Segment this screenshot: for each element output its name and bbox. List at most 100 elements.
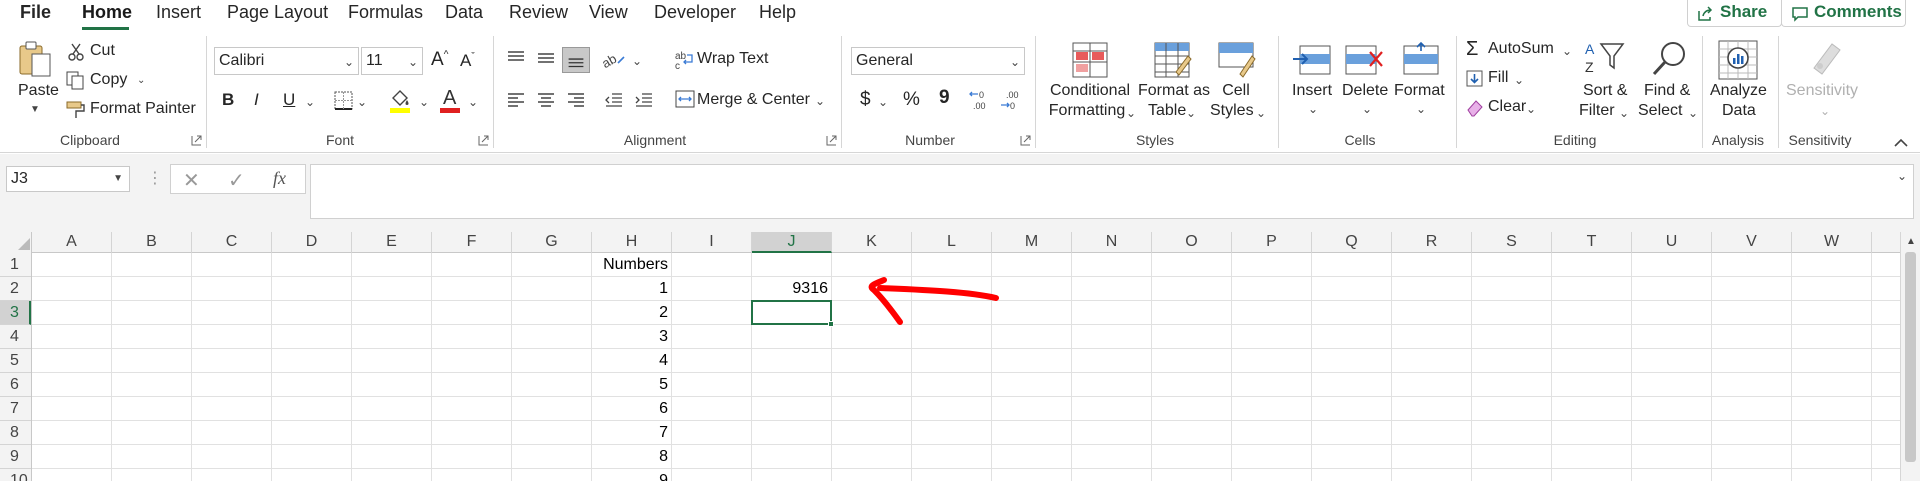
insert-cells-button[interactable]: Insert ⌄ [1288, 40, 1338, 124]
cell-h2[interactable]: 1 [592, 277, 672, 301]
tab-insert[interactable]: Insert [156, 2, 201, 23]
decrease-decimal-icon[interactable]: .00 0 [1000, 88, 1024, 112]
cell-styles-button[interactable]: Cell Styles ⌄ [1208, 40, 1266, 124]
fill-button[interactable]: Fill ⌄ [1464, 67, 1544, 91]
align-top-icon[interactable] [506, 50, 526, 66]
tab-developer[interactable]: Developer [654, 2, 736, 23]
comments-button[interactable]: Comments [1781, 0, 1906, 27]
cell-h1[interactable]: Numbers [592, 253, 672, 277]
row-header-10[interactable]: 10 [0, 469, 31, 481]
select-all-corner[interactable] [0, 232, 32, 253]
cut-button[interactable]: Cut [66, 41, 156, 63]
column-header-g[interactable]: G [512, 232, 592, 253]
row-header-2[interactable]: 2 [0, 277, 31, 301]
scrollbar-thumb[interactable] [1905, 252, 1916, 462]
borders-icon[interactable] [334, 91, 353, 110]
tab-review[interactable]: Review [509, 2, 568, 23]
tab-help[interactable]: Help [759, 2, 796, 23]
column-header-c[interactable]: C [192, 232, 272, 253]
column-header-a[interactable]: A [32, 232, 112, 253]
cell-h8[interactable]: 7 [592, 421, 672, 445]
row-header-9[interactable]: 9 [0, 445, 31, 469]
dialog-launcher-icon[interactable] [826, 135, 837, 146]
tab-home[interactable]: Home [82, 2, 132, 23]
column-header-l[interactable]: L [912, 232, 992, 253]
chevron-down-icon[interactable]: ⌄ [1897, 169, 1907, 183]
align-left-icon[interactable] [506, 92, 526, 108]
analyze-data-button[interactable]: Analyze Data [1708, 38, 1768, 124]
italic-button[interactable]: I [254, 90, 259, 110]
merge-center-button[interactable]: Merge & Center ⌄ [673, 88, 833, 112]
dialog-launcher-icon[interactable] [191, 135, 202, 146]
column-header-d[interactable]: D [272, 232, 352, 253]
column-header-t[interactable]: T [1552, 232, 1632, 253]
wrap-text-button[interactable]: ab c Wrap Text [673, 48, 793, 72]
paste-button[interactable]: Paste ▼ [14, 38, 59, 123]
fill-color-icon[interactable] [389, 88, 411, 114]
align-bottom-icon[interactable] [562, 47, 590, 73]
column-header-h[interactable]: H [592, 232, 672, 253]
row-header-6[interactable]: 6 [0, 373, 31, 397]
enter-icon[interactable]: ✓ [228, 168, 245, 193]
row-header-8[interactable]: 8 [0, 421, 31, 445]
column-header-p[interactable]: P [1232, 232, 1312, 253]
cell-h4[interactable]: 3 [592, 325, 672, 349]
delete-cells-button[interactable]: Delete ⌄ [1338, 40, 1394, 124]
column-header-v[interactable]: V [1712, 232, 1792, 253]
dialog-launcher-icon[interactable] [478, 135, 489, 146]
align-middle-icon[interactable] [536, 50, 556, 66]
chevron-down-icon[interactable]: ⌄ [878, 95, 888, 109]
font-name-dropdown[interactable]: Calibri ⌄ [214, 47, 359, 75]
clear-button[interactable]: Clear ⌄ [1464, 96, 1554, 120]
tab-view[interactable]: View [589, 2, 628, 23]
format-as-table-button[interactable]: Format as Table ⌄ [1138, 40, 1210, 124]
column-header-s[interactable]: S [1472, 232, 1552, 253]
row-header-1[interactable]: 1 [0, 253, 31, 277]
autosum-button[interactable]: Σ AutoSum ⌄ [1464, 38, 1574, 62]
align-center-icon[interactable] [536, 92, 556, 108]
row-header-7[interactable]: 7 [0, 397, 31, 421]
cell-h5[interactable]: 4 [592, 349, 672, 373]
bold-button[interactable]: B [222, 90, 234, 110]
align-right-icon[interactable] [566, 92, 586, 108]
row-header-4[interactable]: 4 [0, 325, 31, 349]
percent-button[interactable]: % [903, 89, 920, 111]
tab-page-layout[interactable]: Page Layout [227, 2, 328, 23]
cell-h7[interactable]: 6 [592, 397, 672, 421]
currency-button[interactable]: $ [860, 89, 871, 111]
copy-button[interactable]: Copy ⌄ [66, 70, 156, 92]
insert-function-button[interactable]: fx [273, 168, 286, 189]
formula-input[interactable]: ⌄ [310, 164, 1914, 219]
conditional-formatting-button[interactable]: Conditional Formatting ⌄ [1046, 40, 1136, 124]
cell-h3[interactable]: 2 [592, 301, 672, 325]
decrease-indent-icon[interactable] [604, 92, 624, 108]
tab-formulas[interactable]: Formulas [348, 2, 423, 23]
chevron-down-icon[interactable]: ⌄ [419, 95, 429, 109]
vertical-scrollbar[interactable]: ▲ [1900, 232, 1920, 481]
tab-data[interactable]: Data [445, 2, 483, 23]
sort-filter-button[interactable]: AZ Sort & Filter ⌄ [1577, 38, 1635, 124]
chevron-down-icon[interactable]: ⌄ [468, 95, 478, 109]
number-format-dropdown[interactable]: General ⌄ [851, 47, 1025, 75]
collapse-ribbon-icon[interactable] [1894, 138, 1908, 148]
column-header-w[interactable]: W [1792, 232, 1872, 253]
column-header-m[interactable]: M [992, 232, 1072, 253]
chevron-down-icon[interactable]: ⌄ [357, 95, 367, 109]
chevron-down-icon[interactable]: ⌄ [305, 95, 315, 109]
fill-handle[interactable] [828, 321, 834, 327]
column-header-i[interactable]: I [672, 232, 752, 253]
column-header-o[interactable]: O [1152, 232, 1232, 253]
cell-h10[interactable]: 9 [592, 469, 672, 481]
dialog-launcher-icon[interactable] [1020, 135, 1031, 146]
column-header-b[interactable]: B [112, 232, 192, 253]
decrease-font-icon[interactable]: Aˇ [460, 51, 475, 71]
cancel-icon[interactable]: ✕ [183, 168, 200, 193]
sensitivity-button[interactable]: Sensitivity ⌄ [1782, 38, 1866, 124]
selected-cell-border[interactable] [751, 300, 834, 327]
cell-h9[interactable]: 8 [592, 445, 672, 469]
find-select-button[interactable]: Find & Select ⌄ [1636, 38, 1702, 124]
underline-button[interactable]: U [283, 90, 295, 110]
increase-decimal-icon[interactable]: 0.00 [969, 88, 993, 112]
column-header-n[interactable]: N [1072, 232, 1152, 253]
comma-style-button[interactable]: 9 [939, 87, 950, 109]
